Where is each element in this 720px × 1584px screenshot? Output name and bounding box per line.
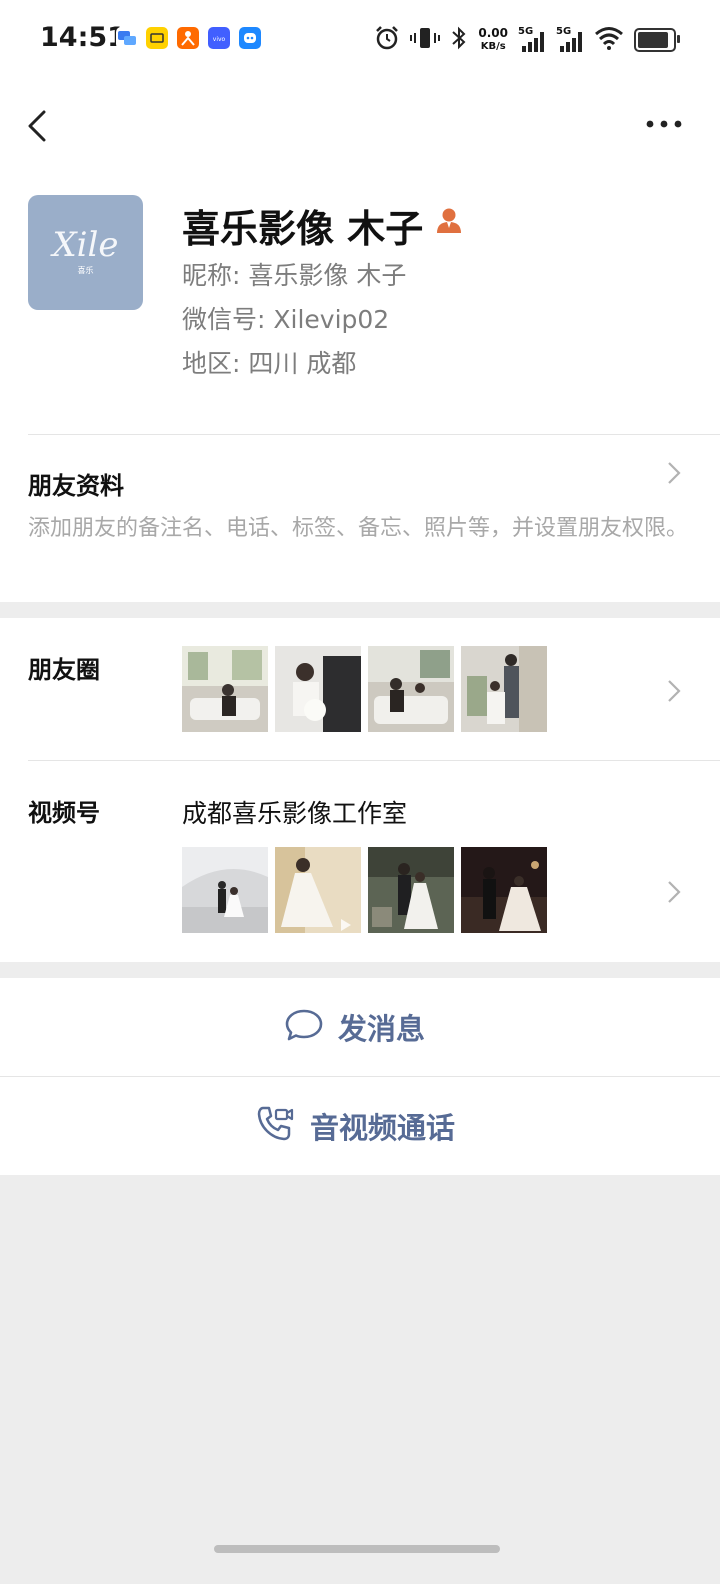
taobao-icon — [177, 27, 199, 49]
send-message-content: 发消息 — [284, 978, 425, 1076]
chevron-right-icon — [666, 678, 682, 704]
channels-row[interactable]: 视频号 成都喜乐影像工作室 — [0, 761, 720, 962]
channel-video-3[interactable] — [368, 847, 454, 933]
moments-channels-section: 朋友圈 视频号 成都喜乐影像工作室 — [0, 618, 720, 962]
wedding-photo-2[interactable] — [275, 646, 361, 732]
signal-sim2: 5G — [556, 26, 584, 54]
home-indicator[interactable] — [214, 1545, 500, 1553]
profile-wechat-id: 微信号: Xilevip02 — [182, 305, 390, 334]
wedding-photo-1[interactable] — [182, 646, 268, 732]
message-app-icon — [116, 27, 138, 49]
profile-card: Xile 喜乐 喜乐影像 木子 昵称: 喜乐影像 木子 微信号: Xilevip… — [0, 170, 720, 434]
bluetooth-icon — [450, 25, 468, 55]
friend-info-section[interactable]: 朋友资料 添加朋友的备注名、电话、标签、备忘、照片等，并设置朋友权限。 — [0, 434, 720, 602]
av-call-label: 音视频通话 — [310, 1111, 456, 1145]
friend-info-description: 添加朋友的备注名、电话、标签、备忘、照片等，并设置朋友权限。 — [28, 516, 689, 541]
phone-video-icon — [254, 1104, 296, 1148]
av-call-content: 音视频通话 — [254, 1077, 455, 1175]
alarm-icon — [374, 25, 400, 55]
chevron-right-icon — [666, 879, 682, 905]
av-call-button[interactable]: 音视频通话 — [0, 1077, 720, 1175]
wedding-photo-4[interactable] — [461, 646, 547, 732]
wedding-photo-3[interactable] — [368, 646, 454, 732]
channel-video-1[interactable] — [182, 847, 268, 933]
channel-video-4[interactable] — [461, 847, 547, 933]
more-dots-icon[interactable] — [644, 112, 684, 136]
battery-icon — [634, 28, 680, 52]
channel-video-2[interactable] — [275, 847, 361, 933]
moments-row[interactable]: 朋友圈 — [0, 618, 720, 760]
vivo-icon: vivo — [208, 27, 230, 49]
chevron-left-icon[interactable] — [24, 106, 60, 146]
status-time: 14:51 — [40, 22, 126, 53]
vibrate-icon — [410, 25, 441, 55]
meituan-icon — [146, 27, 168, 49]
status-right-group: 0.00 KB/s 5G 5G — [374, 22, 680, 58]
avatar[interactable]: Xile 喜乐 — [28, 195, 143, 310]
assistant-icon — [239, 27, 261, 49]
avatar-sub-text: 喜乐 — [77, 266, 94, 275]
avatar-logo-text: Xile — [52, 225, 119, 265]
chat-bubble-icon — [284, 1007, 324, 1047]
status-bar: 14:51 vivo 0.00 KB/s 5G 5G — [0, 0, 720, 80]
signal-sim1: 5G — [518, 26, 546, 54]
speed-unit: KB/s — [480, 41, 506, 52]
svg-text:vivo: vivo — [213, 36, 226, 43]
divider — [28, 434, 720, 435]
channels-title: 视频号 — [28, 799, 100, 827]
wifi-icon — [594, 25, 624, 55]
user-badge-icon — [434, 206, 464, 236]
channel-name: 成都喜乐影像工作室 — [182, 799, 408, 828]
chevron-right-icon — [666, 460, 682, 486]
send-message-button[interactable]: 发消息 — [0, 978, 720, 1076]
top-nav — [0, 80, 720, 170]
friend-info-title: 朋友资料 — [28, 472, 124, 500]
send-message-label: 发消息 — [338, 1012, 426, 1046]
moments-title: 朋友圈 — [28, 656, 100, 684]
speed-value: 0.00 — [478, 26, 508, 40]
profile-region: 地区: 四川 成都 — [182, 349, 357, 378]
profile-nickname: 昵称: 喜乐影像 木子 — [182, 261, 407, 290]
profile-display-name: 喜乐影像 木子 — [182, 207, 424, 251]
network-speed: 0.00 KB/s — [478, 27, 508, 53]
